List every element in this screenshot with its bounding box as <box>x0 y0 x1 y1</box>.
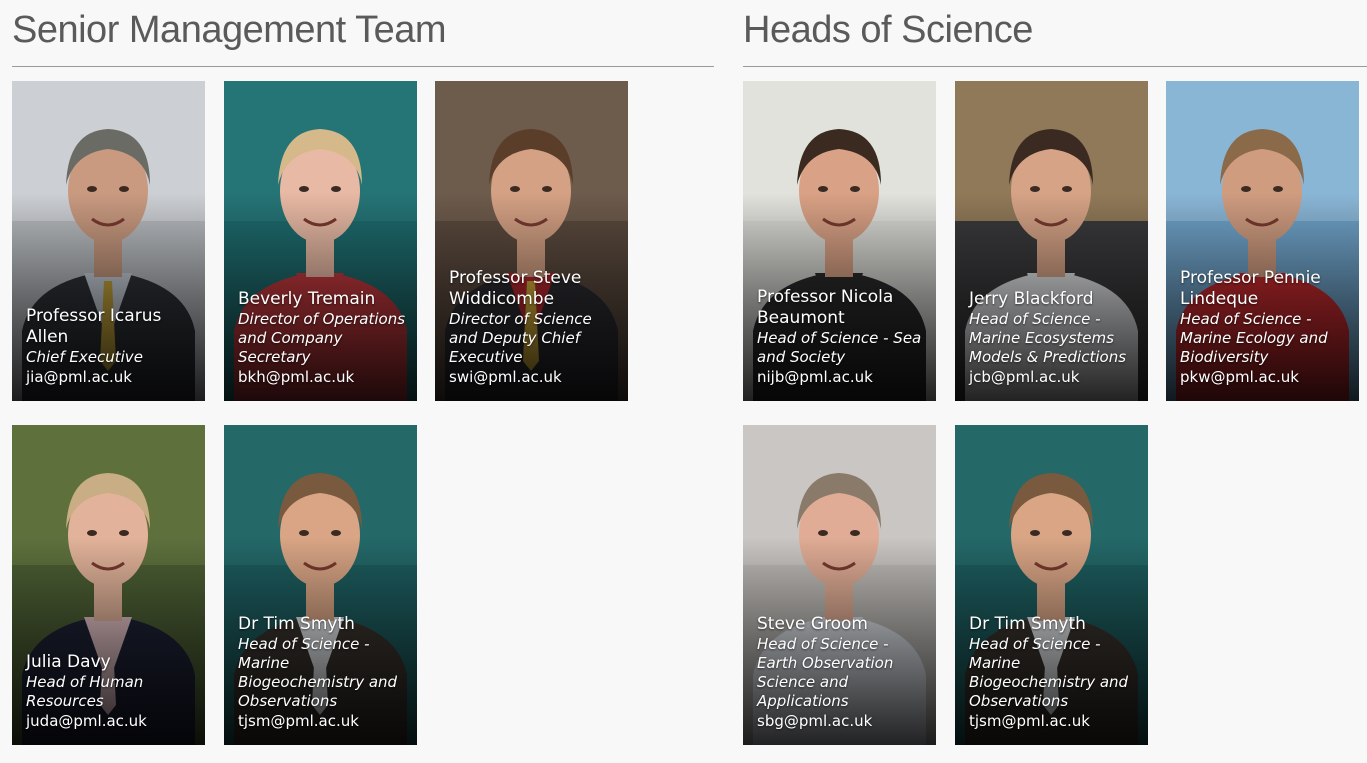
divider <box>743 66 1367 67</box>
profile-info: Beverly Tremain Director of Operations an… <box>238 289 409 387</box>
profile-role: Head of Human Resources <box>26 673 144 710</box>
profile-name[interactable]: Julia Davy <box>26 652 197 673</box>
profile-info: Jerry Blackford Head of Science - Marine … <box>969 289 1140 387</box>
profile-name[interactable]: Professor Steve Widdicombe <box>449 268 620 310</box>
profile-role: Head of Science - Marine Biogeochemistry… <box>238 635 398 710</box>
profile-email-link[interactable]: nijb@pml.ac.uk <box>757 367 928 387</box>
section-title: Heads of Science <box>743 9 1033 51</box>
profile-name[interactable]: Professor Nicola Beaumont <box>757 287 928 329</box>
heads-of-science-section: Heads of Science Professor Nicola Beaumo… <box>743 0 1367 745</box>
profile-name[interactable]: Dr Tim Smyth <box>238 614 409 635</box>
profile-role: Chief Executive <box>26 348 143 366</box>
profile-role: Head of Science - Marine Ecosystems Mode… <box>969 310 1127 366</box>
profile-card[interactable]: Professor Pennie Lindeque Head of Science… <box>1166 81 1359 401</box>
profile-role: Head of Science - Sea and Society <box>757 329 922 366</box>
profile-role: Director of Operations and Company Secre… <box>238 310 406 366</box>
profile-card[interactable]: Beverly Tremain Director of Operations an… <box>224 81 417 401</box>
profile-email-link[interactable]: jcb@pml.ac.uk <box>969 367 1140 387</box>
profile-name[interactable]: Jerry Blackford <box>969 289 1140 310</box>
profile-email-link[interactable]: tjsm@pml.ac.uk <box>238 711 409 731</box>
profile-email-link[interactable]: pkw@pml.ac.uk <box>1180 367 1351 387</box>
profile-email-link[interactable]: juda@pml.ac.uk <box>26 711 197 731</box>
profile-card[interactable]: Professor Icarus Allen Chief Executive jia… <box>12 81 205 401</box>
profile-card[interactable]: Steve Groom Head of Science - Earth Obser… <box>743 425 936 745</box>
profile-name[interactable]: Professor Pennie Lindeque <box>1180 268 1351 310</box>
profile-info: Professor Steve Widdicombe Director of Sc… <box>449 268 620 387</box>
profile-info: Professor Icarus Allen Chief Executive jia… <box>26 306 197 387</box>
profile-role: Director of Science and Deputy Chief Exe… <box>449 310 592 366</box>
profile-role: Head of Science - Marine Biogeochemistry… <box>969 635 1129 710</box>
section-title: Senior Management Team <box>12 9 447 51</box>
profile-email-link[interactable]: sbg@pml.ac.uk <box>757 711 928 731</box>
profile-card[interactable]: Jerry Blackford Head of Science - Marine … <box>955 81 1148 401</box>
profile-card[interactable]: Julia Davy Head of Human Resources juda@pm… <box>12 425 205 745</box>
divider <box>12 66 714 67</box>
profile-email-link[interactable]: jia@pml.ac.uk <box>26 367 197 387</box>
profile-email-link[interactable]: bkh@pml.ac.uk <box>238 367 409 387</box>
profile-name[interactable]: Steve Groom <box>757 614 928 635</box>
profile-info: Steve Groom Head of Science - Earth Obser… <box>757 614 928 731</box>
profile-role: Head of Science - Earth Observation Scie… <box>757 635 894 710</box>
profile-info: Dr Tim Smyth Head of Science - Marine Bio… <box>969 614 1140 731</box>
senior-management-section: Senior Management Team Professor Icarus … <box>12 0 714 745</box>
profile-name[interactable]: Dr Tim Smyth <box>969 614 1140 635</box>
profile-info: Dr Tim Smyth Head of Science - Marine Bio… <box>238 614 409 731</box>
profile-card[interactable]: Dr Tim Smyth Head of Science - Marine Bio… <box>224 425 417 745</box>
profile-info: Professor Pennie Lindeque Head of Science… <box>1180 268 1351 387</box>
profile-role: Head of Science - Marine Ecology and Bio… <box>1180 310 1328 366</box>
profile-info: Professor Nicola Beaumont Head of Science… <box>757 287 928 387</box>
profile-card[interactable]: Professor Steve Widdicombe Director of Sc… <box>435 81 628 401</box>
profile-card[interactable]: Dr Tim Smyth Head of Science - Marine Bio… <box>955 425 1148 745</box>
profile-email-link[interactable]: swi@pml.ac.uk <box>449 367 620 387</box>
profile-card[interactable]: Professor Nicola Beaumont Head of Science… <box>743 81 936 401</box>
profile-name[interactable]: Professor Icarus Allen <box>26 306 197 348</box>
profile-name[interactable]: Beverly Tremain <box>238 289 409 310</box>
profile-email-link[interactable]: tjsm@pml.ac.uk <box>969 711 1140 731</box>
profile-info: Julia Davy Head of Human Resources juda@pm… <box>26 652 197 731</box>
